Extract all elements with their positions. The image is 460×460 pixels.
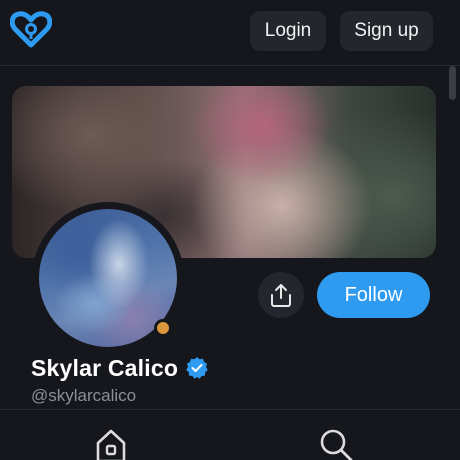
verified-badge-icon xyxy=(186,357,208,379)
display-name: Skylar Calico xyxy=(31,354,179,381)
status-indicator xyxy=(154,319,172,337)
bottom-nav xyxy=(0,409,460,460)
top-bar: Login Sign up xyxy=(0,0,460,66)
user-handle: @skylarcalico xyxy=(31,386,137,405)
home-icon[interactable] xyxy=(94,428,128,460)
login-button[interactable]: Login xyxy=(250,11,326,51)
search-icon[interactable] xyxy=(318,428,354,460)
scrollbar[interactable] xyxy=(449,66,456,100)
follow-button[interactable]: Follow xyxy=(317,272,430,318)
share-icon xyxy=(271,284,291,307)
heart-logo-icon[interactable] xyxy=(10,11,52,49)
share-button[interactable] xyxy=(258,272,304,318)
name-row: Skylar Calico xyxy=(31,352,209,384)
signup-button[interactable]: Sign up xyxy=(340,11,433,51)
profile-page: Login Sign up Follow Skylar Calico @skyl… xyxy=(0,0,460,460)
